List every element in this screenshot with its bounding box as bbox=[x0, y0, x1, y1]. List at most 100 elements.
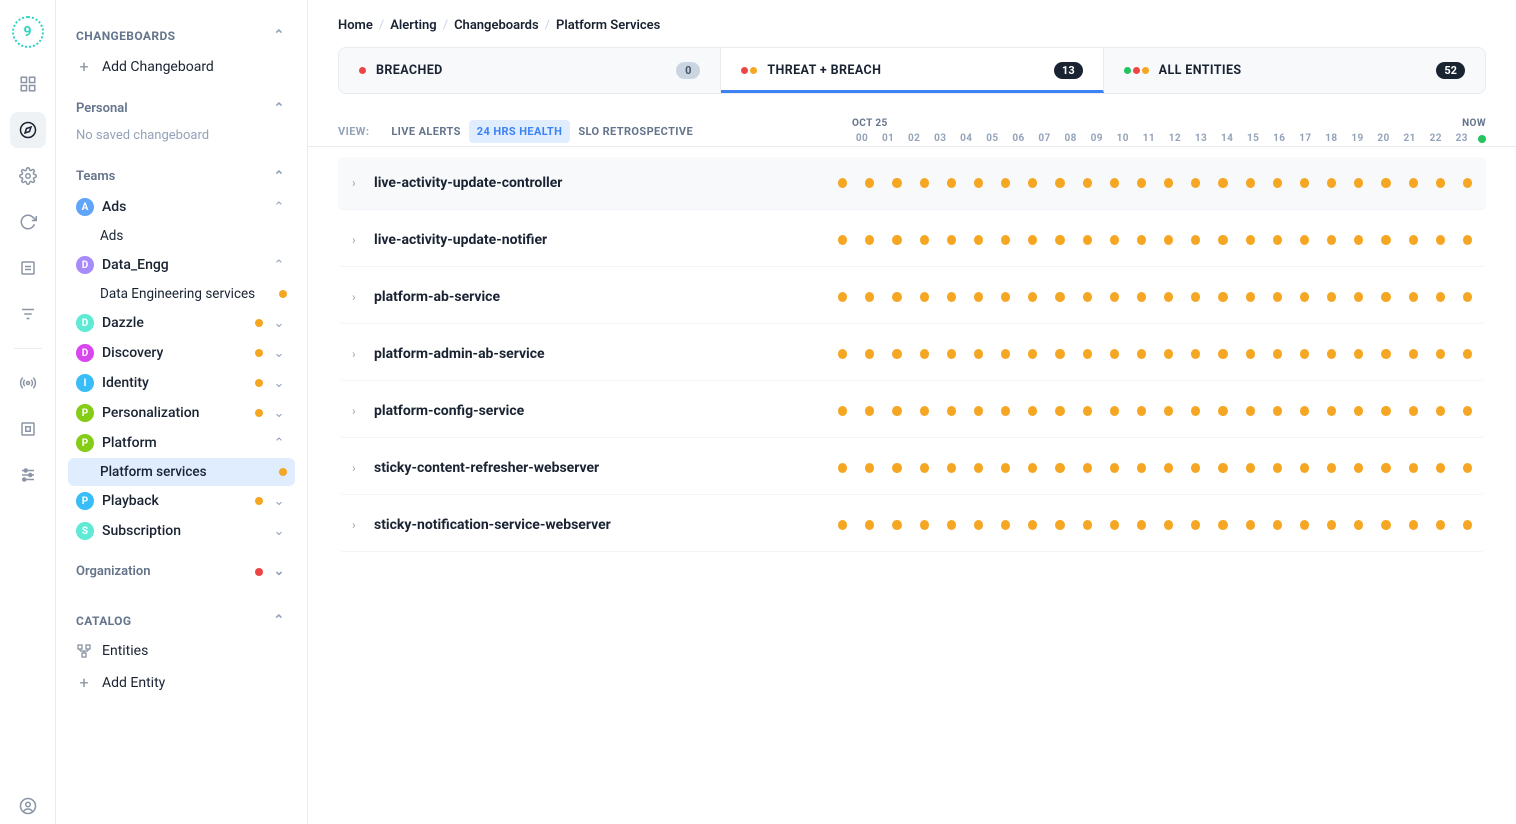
health-dot bbox=[1463, 292, 1472, 302]
status-tabs: BREACHED0THREAT + BREACH13ALL ENTITIES52 bbox=[338, 47, 1486, 94]
nav-box-icon[interactable] bbox=[10, 411, 46, 447]
service-row[interactable]: › live-activity-update-controller bbox=[338, 157, 1486, 210]
timeline-date: OCT 25 bbox=[852, 118, 888, 129]
sidebar-team-discovery[interactable]: D Discovery ⌄ bbox=[68, 338, 295, 368]
nav-user-icon[interactable] bbox=[10, 788, 46, 824]
team-label: Dazzle bbox=[102, 315, 247, 331]
chevron-right-icon[interactable]: › bbox=[352, 290, 364, 304]
nav-refresh-icon[interactable] bbox=[10, 204, 46, 240]
view-label: VIEW: bbox=[338, 125, 369, 138]
health-dot bbox=[1327, 463, 1336, 473]
health-dot bbox=[1381, 520, 1390, 530]
timeline-hour: 13 bbox=[1191, 133, 1211, 144]
tab-count-badge: 13 bbox=[1054, 62, 1083, 79]
sidebar-team-personalization[interactable]: P Personalization ⌄ bbox=[68, 398, 295, 428]
breadcrumb-item[interactable]: Changeboards bbox=[454, 18, 539, 33]
health-dot bbox=[920, 520, 929, 530]
health-dot bbox=[1001, 292, 1010, 302]
nav-filter-icon[interactable] bbox=[10, 296, 46, 332]
health-timeline bbox=[838, 463, 1472, 473]
sidebar-team-identity[interactable]: I Identity ⌄ bbox=[68, 368, 295, 398]
chevron-right-icon[interactable]: › bbox=[352, 176, 364, 190]
breadcrumb-item[interactable]: Alerting bbox=[390, 18, 436, 33]
health-dot bbox=[838, 463, 847, 473]
service-row[interactable]: › platform-admin-ab-service bbox=[338, 328, 1486, 381]
sidebar-team-subscription[interactable]: S Subscription ⌄ bbox=[68, 516, 295, 546]
health-dot bbox=[1300, 463, 1309, 473]
chevron-down-icon: ⌄ bbox=[271, 316, 287, 331]
chevron-down-icon: ⌄ bbox=[271, 406, 287, 421]
team-avatar: D bbox=[76, 344, 94, 362]
chevron-right-icon[interactable]: › bbox=[352, 404, 364, 418]
health-dot bbox=[1164, 520, 1173, 530]
health-dot bbox=[1327, 406, 1336, 416]
catalog-section-header[interactable]: CATALOG ⌃ bbox=[68, 605, 295, 636]
health-dot bbox=[1381, 292, 1390, 302]
sidebar-team-data_engg[interactable]: D Data_Engg ⌃ bbox=[68, 250, 295, 280]
sidebar-team-child[interactable]: Ads bbox=[68, 222, 295, 250]
tab-breached[interactable]: BREACHED0 bbox=[339, 48, 721, 93]
breadcrumb-item[interactable]: Home bbox=[338, 18, 373, 33]
sidebar-team-ads[interactable]: A Ads ⌃ bbox=[68, 192, 295, 222]
chevron-right-icon[interactable]: › bbox=[352, 347, 364, 361]
health-dot bbox=[1083, 178, 1092, 188]
nav-gear-icon[interactable] bbox=[10, 158, 46, 194]
health-dot bbox=[865, 406, 874, 416]
nav-file-icon[interactable] bbox=[10, 250, 46, 286]
chevron-down-icon: ⌄ bbox=[271, 494, 287, 509]
sidebar-team-playback[interactable]: P Playback ⌄ bbox=[68, 486, 295, 516]
nav-broadcast-icon[interactable] bbox=[10, 365, 46, 401]
chevron-right-icon[interactable]: › bbox=[352, 233, 364, 247]
sidebar-team-platform[interactable]: P Platform ⌃ bbox=[68, 428, 295, 458]
timeline-hour: 20 bbox=[1374, 133, 1394, 144]
health-dot bbox=[865, 178, 874, 188]
tab-threat[interactable]: THREAT + BREACH13 bbox=[721, 48, 1103, 93]
service-row[interactable]: › sticky-content-refresher-webserver bbox=[338, 442, 1486, 495]
catalog-add-entity[interactable]: + Add Entity bbox=[68, 666, 295, 699]
changeboards-section-header[interactable]: CHANGEBOARDS ⌃ bbox=[68, 20, 295, 51]
timeline-hour: 03 bbox=[930, 133, 950, 144]
timeline-hour: 04 bbox=[956, 133, 976, 144]
health-dot bbox=[1300, 178, 1309, 188]
chevron-right-icon[interactable]: › bbox=[352, 461, 364, 475]
service-row[interactable]: › platform-config-service bbox=[338, 385, 1486, 438]
health-dot bbox=[1463, 406, 1472, 416]
team-avatar: D bbox=[76, 314, 94, 332]
health-timeline bbox=[838, 292, 1472, 302]
status-dot bbox=[279, 468, 287, 476]
chevron-right-icon[interactable]: › bbox=[352, 518, 364, 532]
sidebar-team-child[interactable]: Platform services bbox=[68, 458, 295, 486]
sidebar-team-child[interactable]: Data Engineering services bbox=[68, 280, 295, 308]
health-dot bbox=[974, 178, 983, 188]
service-name: sticky-content-refresher-webserver bbox=[374, 460, 838, 476]
nav-compass-icon[interactable] bbox=[10, 112, 46, 148]
catalog-entities[interactable]: Entities bbox=[68, 636, 295, 666]
service-row[interactable]: › sticky-notification-service-webserver bbox=[338, 499, 1486, 552]
service-row[interactable]: › live-activity-update-notifier bbox=[338, 214, 1486, 267]
timeline-hour: 14 bbox=[1217, 133, 1237, 144]
teams-section-header[interactable]: Teams ⌃ bbox=[68, 161, 295, 192]
view-option[interactable]: SLO RETROSPECTIVE bbox=[570, 120, 701, 143]
health-dot bbox=[947, 292, 956, 302]
health-dot bbox=[1354, 235, 1363, 245]
health-dot bbox=[1137, 463, 1146, 473]
health-dot bbox=[1381, 349, 1390, 359]
add-changeboard-button[interactable]: + Add Changeboard bbox=[68, 51, 295, 83]
personal-section-header[interactable]: Personal ⌃ bbox=[68, 93, 295, 124]
health-dot bbox=[1083, 349, 1092, 359]
service-row[interactable]: › platform-ab-service bbox=[338, 271, 1486, 324]
nav-sliders-icon[interactable] bbox=[10, 457, 46, 493]
health-dot bbox=[1164, 178, 1173, 188]
service-name: platform-ab-service bbox=[374, 289, 838, 305]
view-option[interactable]: LIVE ALERTS bbox=[383, 120, 468, 143]
organization-section-header[interactable]: Organization ⌄ bbox=[68, 556, 295, 587]
nav-dashboard-icon[interactable] bbox=[10, 66, 46, 102]
tab-all[interactable]: ALL ENTITIES52 bbox=[1104, 48, 1485, 93]
health-timeline bbox=[838, 349, 1472, 359]
health-dot bbox=[920, 463, 929, 473]
sidebar-team-dazzle[interactable]: D Dazzle ⌄ bbox=[68, 308, 295, 338]
health-dot bbox=[1436, 520, 1445, 530]
timeline-hour: 21 bbox=[1400, 133, 1420, 144]
view-option[interactable]: 24 HRS HEALTH bbox=[469, 120, 571, 143]
timeline-hour: 09 bbox=[1087, 133, 1107, 144]
